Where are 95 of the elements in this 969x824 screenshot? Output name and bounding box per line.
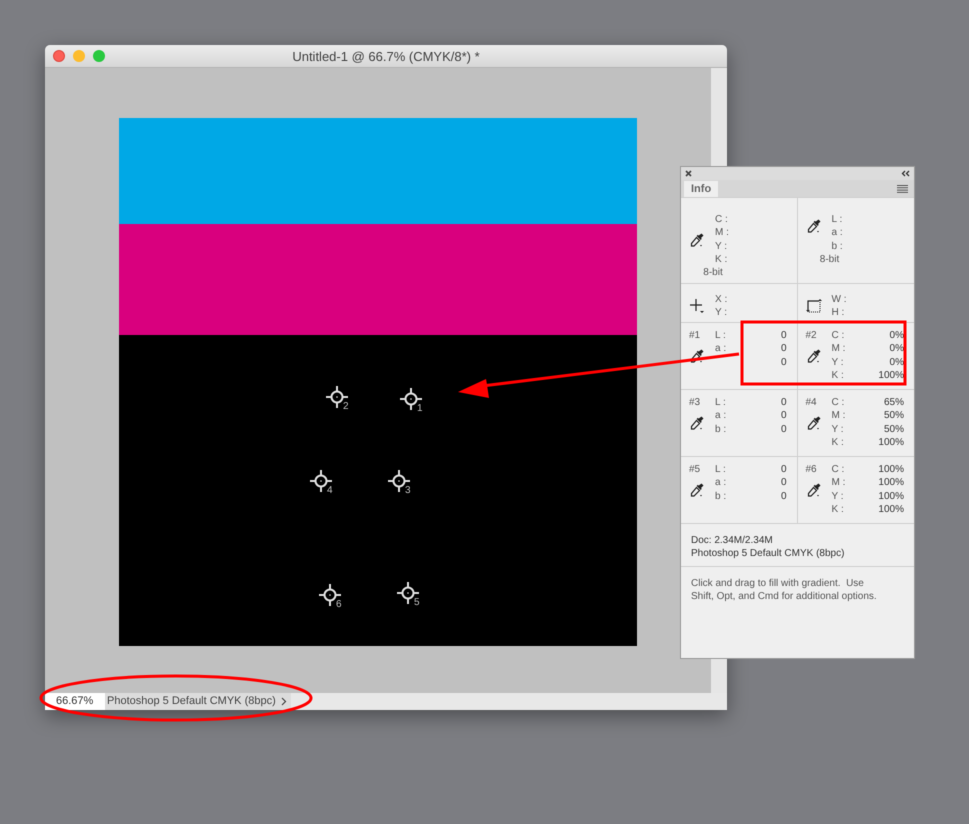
- readout-value: 0: [780, 424, 786, 435]
- readout-label: W :: [832, 294, 848, 306]
- info-tab[interactable]: Info: [684, 181, 718, 197]
- readout-label: K :: [832, 437, 845, 448]
- readout-label: C :: [715, 214, 729, 226]
- sampler-marker-icon[interactable]: [309, 469, 333, 493]
- menu-icon[interactable]: [897, 185, 908, 193]
- readout-label: C :: [832, 397, 846, 408]
- zoom-field[interactable]: 66.67%: [45, 693, 105, 710]
- close-button[interactable]: [53, 50, 65, 62]
- readout-value: 0: [780, 490, 786, 502]
- document-info-text: Photoshop 5 Default CMYK (8bpc): [691, 547, 846, 560]
- readout-label: K :: [715, 254, 728, 266]
- readout-value: 0%: [888, 343, 904, 354]
- readout-value: 0: [780, 397, 786, 408]
- readout-label: L :: [715, 464, 727, 476]
- chevron-icon: [280, 697, 287, 706]
- readout-value: 0%: [888, 356, 904, 368]
- sampler-marker-icon[interactable]: [387, 469, 411, 493]
- readout-label: L :: [715, 397, 727, 408]
- readout-label: H :: [832, 307, 846, 318]
- readout-label: M :: [715, 227, 730, 238]
- readout-value: 100%: [877, 504, 904, 516]
- readout-value: 0%: [888, 330, 904, 342]
- readout-value: 0: [780, 464, 786, 476]
- bit-depth: 8-bit: [818, 254, 840, 266]
- readout-value: 100%: [877, 437, 904, 448]
- bit-depth: 8-bit: [702, 267, 724, 278]
- readout-label: K :: [832, 504, 845, 516]
- sampler-marker-icon[interactable]: [318, 583, 342, 607]
- eyedropper-icon[interactable]: [689, 414, 705, 431]
- document-info[interactable]: Photoshop 5 Default CMYK (8bpc): [105, 693, 291, 710]
- sampler-number: 4: [327, 486, 333, 496]
- readout-label: L :: [715, 330, 727, 342]
- readout-value: 100%: [877, 464, 904, 476]
- eyedropper-icon[interactable]: [806, 218, 822, 234]
- readout-label: C :: [832, 464, 846, 476]
- readout-label: Y :: [832, 356, 845, 368]
- readout-label: Y :: [832, 424, 845, 435]
- readout-label: L :: [832, 214, 844, 226]
- sampler-marker-icon[interactable]: [399, 387, 423, 411]
- tool-hint: Click and drag to fill with gradient. Use Shift, Opt, and Cmd for additional options.: [690, 577, 878, 604]
- eyedropper-icon[interactable]: [689, 232, 705, 248]
- sampler-id: #4: [806, 397, 818, 408]
- window-title: Untitled-1 @ 66.7% (CMYK/8*) *: [292, 48, 480, 64]
- readout-value: 0: [780, 330, 786, 342]
- eyedropper-icon[interactable]: [689, 348, 705, 364]
- readout-value: 0: [780, 410, 786, 422]
- readout-value: 100%: [877, 370, 904, 382]
- sampler-number: 3: [405, 486, 411, 496]
- readout-label: M :: [832, 477, 846, 488]
- sampler-id: #6: [806, 464, 818, 476]
- readout-value: 65%: [882, 397, 904, 408]
- sampler-id: #1: [689, 330, 702, 342]
- readout-label: Y :: [832, 490, 845, 502]
- sampler-marker-icon[interactable]: [325, 385, 349, 409]
- sampler-number: 2: [343, 402, 349, 412]
- sampler-id: #5: [689, 464, 702, 476]
- readout-label: K :: [832, 370, 845, 382]
- readout-label: b :: [715, 490, 728, 502]
- readout-label: M :: [832, 410, 846, 422]
- readout-value: 0: [780, 356, 786, 368]
- eyedropper-icon[interactable]: [689, 482, 705, 498]
- sampler-marker-icon[interactable]: [396, 581, 420, 605]
- eyedropper-icon[interactable]: [806, 348, 822, 364]
- readout-label: Y :: [715, 307, 728, 318]
- readout-label: a :: [715, 410, 728, 422]
- readout-label: a :: [715, 343, 728, 354]
- sampler-id: #2: [806, 330, 818, 342]
- sampler-number: 6: [336, 600, 342, 610]
- readout-label: M :: [832, 343, 846, 354]
- readout-value: 100%: [877, 477, 904, 488]
- eyedropper-icon[interactable]: [806, 414, 822, 431]
- document-canvas[interactable]: 2 1 4 3 6 5: [119, 118, 637, 646]
- close-icon[interactable]: [685, 170, 692, 177]
- readout-label: Y :: [715, 240, 728, 252]
- readout-label: a :: [832, 227, 844, 238]
- sampler-id: #3: [689, 397, 702, 408]
- readout-value: 50%: [882, 410, 904, 422]
- readout-value: 50%: [882, 424, 904, 435]
- readout-value: 0: [780, 477, 786, 488]
- collapse-icon[interactable]: [901, 170, 910, 177]
- sampler-number: 1: [417, 404, 423, 414]
- readout-value: 0: [780, 343, 786, 354]
- readout-value: 100%: [877, 490, 904, 502]
- readout-label: b :: [715, 424, 728, 435]
- readout-label: a :: [715, 477, 728, 488]
- sampler-number: 5: [414, 598, 420, 608]
- readout-label: b :: [832, 240, 844, 252]
- marquee-icon: [806, 298, 822, 314]
- eyedropper-icon[interactable]: [806, 482, 822, 498]
- readout-label: X :: [715, 294, 728, 306]
- document-info-text: Doc: 2.34M/2.34M: [691, 534, 774, 547]
- crosshair-icon: [689, 298, 705, 314]
- readout-label: C :: [832, 330, 846, 342]
